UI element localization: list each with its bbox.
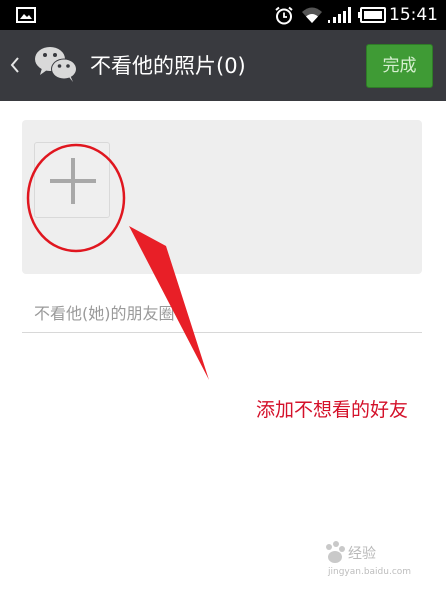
alarm-icon	[275, 6, 293, 25]
battery-icon	[358, 7, 386, 23]
moments-hint-text: 不看他(她)的朋友圈	[34, 304, 175, 323]
plus-icon	[50, 158, 96, 204]
title-bar: 不看他的照片(0) 完成	[0, 30, 446, 101]
wechat-icon	[35, 47, 77, 82]
page-title: 不看他的照片(0)	[90, 54, 246, 78]
done-button[interactable]: 完成	[366, 44, 433, 88]
add-friend-button[interactable]	[34, 142, 110, 218]
status-clock: 15:41	[389, 5, 438, 25]
watermark-url: jingyan.baidu.com	[328, 567, 412, 577]
signal-icon	[328, 7, 351, 23]
wifi-icon	[302, 7, 322, 23]
friend-picker-panel	[22, 120, 422, 274]
paw-icon	[326, 541, 345, 563]
watermark-text: 经验	[348, 546, 376, 562]
moments-hint-field: 不看他(她)的朋友圈	[22, 298, 422, 333]
status-bar: 15:41	[0, 0, 446, 30]
chevron-left-icon[interactable]	[8, 54, 22, 76]
gallery-icon	[16, 7, 36, 23]
annotation-text: 添加不想看的好友	[256, 399, 409, 421]
watermark: 经验 jingyan.baidu.com	[322, 540, 434, 582]
